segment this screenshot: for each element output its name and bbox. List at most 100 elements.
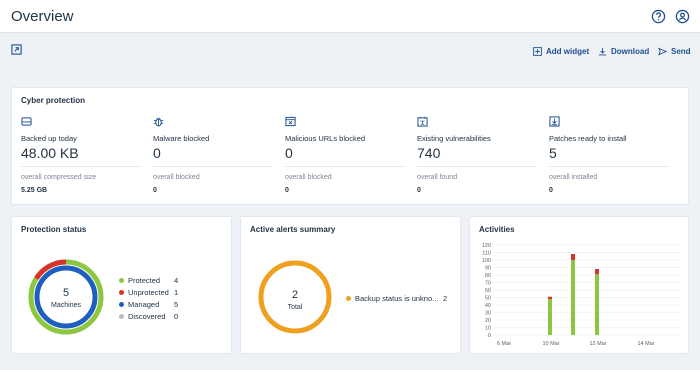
metric-value: 5 [549, 145, 557, 161]
send-icon [658, 46, 667, 56]
y-tick-label: 90 [485, 266, 491, 272]
send-label: Send [671, 46, 691, 56]
metric-value: 740 [417, 145, 441, 161]
y-tick-label: 40 [485, 303, 491, 309]
y-tick-label: 60 [485, 288, 491, 294]
activity-bar [571, 254, 575, 260]
patch-icon [549, 116, 560, 127]
legend-backup-status[interactable]: Backup status is unkno... 2 [346, 294, 447, 303]
legend-dot [119, 290, 124, 295]
legend-protected[interactable]: Protected 4 [119, 276, 178, 285]
metric-value: 0 [153, 145, 161, 161]
metric-value: 48.00 KB [21, 145, 79, 161]
divider [21, 166, 141, 167]
legend-value: 4 [174, 276, 179, 285]
donut-center-value: 5 [63, 287, 69, 299]
protection-donut-chart: 5 Machines [28, 259, 104, 335]
account-icon[interactable] [675, 9, 690, 24]
legend-dot [119, 302, 124, 307]
activities-widget: Activities 120 110 100 90 80 70 60 50 40 30 20 10 0 6… [469, 216, 689, 354]
x-tick-label: 10 Mar [542, 341, 559, 347]
download-label: Download [611, 46, 650, 56]
y-tick-label: 20 [485, 318, 491, 324]
widget-title: Active alerts summary [250, 225, 336, 234]
legend-value: 5 [174, 300, 179, 309]
plus-square-icon [533, 46, 542, 56]
metric-label: Malware blocked [153, 134, 210, 143]
bug-icon [153, 117, 164, 127]
legend-label: Managed [128, 300, 160, 309]
legend-label: Discovered [128, 312, 166, 321]
metric-malicious-urls: Malicious URLs blocked 0 overall blocked… [285, 116, 405, 194]
legend-managed[interactable]: Managed 5 [119, 300, 178, 309]
metric-vulnerabilities: Existing vulnerabilities 740 overall fou… [417, 116, 537, 194]
metric-subvalue: 5.25 GB [21, 187, 48, 194]
fullscreen-icon[interactable] [11, 44, 22, 55]
x-tick-label: 12 Mar [589, 341, 606, 347]
activities-bar-chart: 12011010090807060504030201006 Mar 10 Mar 1… [482, 243, 680, 347]
legend-unprotected[interactable]: Unprotected 1 [119, 288, 178, 297]
y-tick-label: 0 [488, 333, 491, 339]
legend-dot [119, 314, 124, 319]
legend-dot [346, 296, 351, 301]
metric-label: Backed up today [21, 134, 77, 143]
download-icon [598, 47, 607, 55]
legend-discovered[interactable]: Discovered 0 [119, 312, 178, 321]
drive-icon [21, 117, 32, 126]
metric-sublabel: overall found [417, 174, 458, 181]
donut-center-label: Machines [51, 302, 81, 309]
legend-value: 2 [443, 294, 448, 303]
vulnerability-icon [417, 116, 428, 127]
metric-malware: Malware blocked 0 overall blocked 0 [153, 116, 273, 194]
activity-bar [548, 296, 552, 299]
send-button[interactable]: Send [658, 45, 691, 57]
activity-bar [548, 299, 552, 335]
divider [285, 166, 405, 167]
metric-subvalue: 0 [417, 187, 421, 194]
metric-label: Patches ready to install [549, 134, 627, 143]
protection-status-widget: Protection status 5 Machines Protected 4… [11, 216, 232, 354]
metric-sublabel: overall blocked [153, 174, 200, 181]
donut-center-label: Total [288, 304, 303, 311]
legend-label: Backup status is unkno... [355, 294, 439, 303]
y-tick-label: 10 [485, 326, 491, 332]
dashboard-toolbar: Add widget Download Send [0, 40, 700, 60]
x-tick-label: 6 Mar [497, 341, 511, 347]
add-widget-button[interactable]: Add widget [533, 45, 589, 57]
activity-bar [595, 269, 599, 275]
legend-value: 0 [174, 312, 179, 321]
y-tick-label: 110 [482, 251, 491, 257]
help-icon[interactable] [651, 9, 666, 24]
activity-bar [595, 274, 599, 335]
legend-value: 1 [174, 288, 179, 297]
active-alerts-widget: Active alerts summary 2 Total Backup sta… [240, 216, 461, 354]
download-button[interactable]: Download [598, 45, 649, 57]
alerts-donut-chart: 2 Total [258, 260, 332, 334]
metric-subvalue: 0 [153, 187, 157, 194]
widget-title: Activities [479, 225, 515, 234]
activity-bar [571, 260, 575, 335]
metric-sublabel: overall blocked [285, 174, 332, 181]
metric-backed-up: Backed up today 48.00 KB overall compres… [21, 116, 141, 194]
widget-title: Cyber protection [21, 96, 86, 105]
metric-value: 0 [285, 145, 293, 161]
legend-dot [119, 278, 124, 283]
metric-subvalue: 0 [285, 187, 289, 194]
widget-title: Protection status [21, 225, 87, 234]
browser-block-icon [285, 116, 296, 127]
metric-subvalue: 0 [549, 187, 553, 194]
cyber-protection-widget: Cyber protection Backed up today 48.00 K… [11, 87, 689, 205]
metric-patches: Patches ready to install 5 overall insta… [549, 116, 669, 194]
metric-label: Malicious URLs blocked [285, 134, 366, 143]
top-bar: Overview [0, 0, 700, 33]
y-tick-label: 30 [485, 311, 491, 317]
donut-center-value: 2 [292, 289, 298, 301]
page-title: Overview [11, 8, 74, 25]
add-widget-label: Add widget [546, 46, 590, 56]
y-tick-label: 70 [485, 281, 491, 287]
divider [549, 166, 669, 167]
legend-label: Unprotected [128, 288, 169, 297]
metric-sublabel: overall installed [549, 174, 598, 181]
metric-label: Existing vulnerabilities [417, 134, 491, 143]
y-tick-label: 120 [482, 243, 491, 249]
